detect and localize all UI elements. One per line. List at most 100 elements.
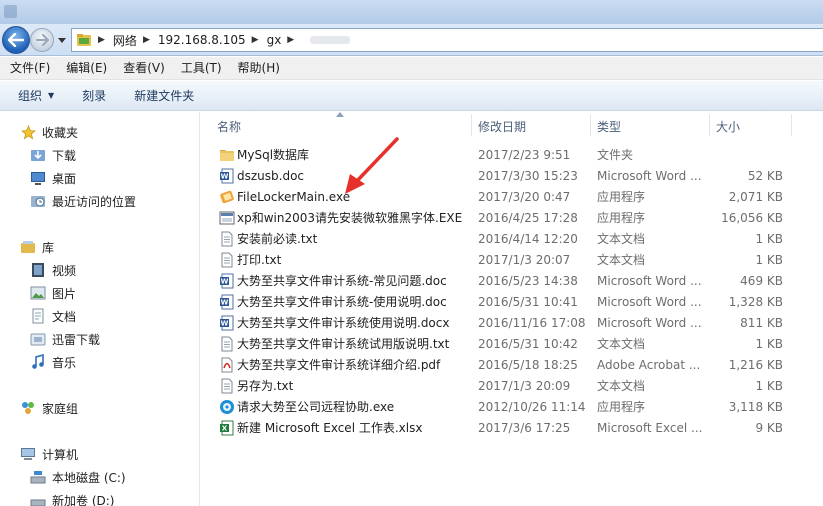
excel-file-icon: X (220, 420, 234, 436)
file-row[interactable]: MySql数据库 2017/2/23 9:51 文件夹 (201, 145, 823, 166)
file-name: 大势至共享文件审计系统-常见问题.doc (237, 274, 447, 288)
column-divider[interactable] (590, 114, 591, 136)
file-row[interactable]: 打印.txt 2017/1/3 20:07 文本文档 1 KB (201, 250, 823, 271)
burn-label: 刻录 (82, 89, 107, 103)
column-divider[interactable] (709, 114, 710, 136)
nav-item-label: 本地磁盘 (C:) (52, 470, 126, 485)
menu-view[interactable]: 查看(V) (117, 57, 171, 80)
nav-item-music[interactable]: 音乐 (30, 352, 76, 372)
file-size: 3,118 KB (728, 400, 783, 414)
address-field[interactable]: ▶ 网络 ▶ 192.168.8.105 ▶ gx ▶ (71, 28, 823, 52)
file-name: 安装前必读.txt (237, 232, 318, 246)
file-row[interactable]: FileLockerMain.exe 2017/3/20 0:47 应用程序 2,07… (201, 187, 823, 208)
menu-file[interactable]: 文件(F) (4, 57, 56, 80)
back-arrow-icon (8, 33, 24, 47)
breadcrumb-chevron[interactable]: ▶ (98, 35, 105, 45)
column-header-date[interactable]: 修改日期 (478, 115, 526, 137)
file-modified-date: 2017/1/3 20:09 (478, 379, 571, 393)
nav-item-recent-places[interactable]: 最近访问的位置 (30, 191, 136, 211)
nav-homegroup[interactable]: 家庭组 (20, 398, 78, 418)
file-row[interactable]: W 大势至共享文件审计系统-使用说明.doc 2016/5/31 10:41 Micr… (201, 292, 823, 313)
file-modified-date: 2012/10/26 11:14 (478, 400, 586, 414)
font-installer-icon (219, 211, 235, 225)
menu-help[interactable]: 帮助(H) (232, 57, 286, 80)
file-row[interactable]: 安装前必读.txt 2016/4/14 12:20 文本文档 1 KB (201, 229, 823, 250)
svg-text:W: W (221, 278, 229, 286)
file-name: 大势至共享文件审计系统-使用说明.doc (237, 295, 447, 309)
column-divider[interactable] (791, 114, 792, 136)
breadcrumb-chevron[interactable]: ▶ (252, 35, 259, 45)
forward-button[interactable] (30, 28, 54, 52)
column-header-size[interactable]: 大小 (716, 115, 740, 137)
file-row[interactable]: 大势至共享文件审计系统详细介绍.pdf 2016/5/18 18:25 Adobe … (201, 355, 823, 376)
star-icon (20, 124, 36, 140)
back-button[interactable] (2, 26, 30, 54)
nav-item-videos[interactable]: 视频 (30, 260, 76, 280)
desktop-icon (30, 170, 46, 186)
file-row[interactable]: 请求大势至公司远程协助.exe 2012/10/26 11:14 应用程序 3,118… (201, 397, 823, 418)
file-size: 1,328 KB (728, 295, 783, 309)
nav-item-drive-c[interactable]: 本地磁盘 (C:) (30, 467, 126, 487)
forward-arrow-icon (35, 34, 49, 46)
file-type: 文本文档 (597, 337, 646, 351)
column-header-name[interactable]: 名称 (217, 115, 241, 137)
file-row[interactable]: W 大势至共享文件审计系统使用说明.docx 2016/11/16 17:08 Mic… (201, 313, 823, 334)
file-name: dszusb.doc (237, 169, 305, 183)
file-type: 文本文档 (597, 253, 646, 267)
new-folder-button[interactable]: 新建文件夹 (134, 87, 194, 104)
file-type: Microsoft Word ... (597, 169, 702, 183)
filelocker-app-icon (220, 190, 234, 204)
nav-computer[interactable]: 计算机 (20, 444, 78, 464)
organize-button[interactable]: 组织 ▼ (18, 87, 54, 104)
file-modified-date: 2016/5/31 10:41 (478, 295, 578, 309)
nav-item-desktop[interactable]: 桌面 (30, 168, 76, 188)
column-divider[interactable] (471, 114, 472, 136)
file-modified-date: 2017/3/6 17:25 (478, 421, 571, 435)
menu-tools[interactable]: 工具(T) (175, 57, 228, 80)
breadcrumb-network[interactable]: 网络 (113, 32, 137, 49)
file-row[interactable]: Wdszusb.doc 2017/3/30 15:23 Microsoft Word… (201, 166, 823, 187)
nav-item-pictures[interactable]: 图片 (30, 283, 76, 303)
nav-favorites[interactable]: 收藏夹 (20, 122, 78, 142)
text-file-icon (221, 252, 233, 268)
recent-pages-dropdown[interactable] (57, 33, 67, 47)
breadcrumb-share[interactable]: gx (267, 33, 282, 47)
breadcrumb-chevron[interactable]: ▶ (287, 35, 294, 45)
nav-item-label: 下载 (52, 148, 77, 163)
library-icon (20, 239, 36, 255)
nav-item-drive-d[interactable]: 新加卷 (D:) (30, 490, 114, 506)
file-size: 469 KB (740, 274, 783, 288)
nav-item-label: 最近访问的位置 (52, 194, 137, 209)
file-row[interactable]: 大势至共享文件审计系统试用版说明.txt 2016/5/31 10:42 文本文档 1… (201, 334, 823, 355)
burn-button[interactable]: 刻录 (82, 87, 106, 104)
file-row[interactable]: X 新建 Microsoft Excel 工作表.xlsx 2017/3/6 17:… (201, 418, 823, 439)
file-modified-date: 2016/5/18 18:25 (478, 358, 578, 372)
file-modified-date: 2017/3/20 0:47 (478, 190, 571, 204)
nav-favorites-label: 收藏夹 (42, 125, 79, 140)
nav-item-documents[interactable]: 文档 (30, 306, 76, 326)
breadcrumb-host[interactable]: 192.168.8.105 (158, 33, 246, 47)
file-name: 大势至共享文件审计系统试用版说明.txt (237, 337, 450, 351)
breadcrumb-chevron[interactable]: ▶ (143, 35, 150, 45)
column-header-type[interactable]: 类型 (597, 115, 621, 137)
nav-item-downloads[interactable]: 下载 (30, 145, 76, 165)
nav-homegroup-label: 家庭组 (42, 401, 79, 416)
word-doc-icon: W (220, 294, 234, 310)
network-folder-icon (77, 34, 91, 46)
file-row[interactable]: W 大势至共享文件审计系统-常见问题.doc 2016/5/23 14:38 Micr… (201, 271, 823, 292)
downloads-folder-icon (30, 147, 46, 163)
file-row[interactable]: 另存为.txt 2017/1/3 20:09 文本文档 1 KB (201, 376, 823, 397)
file-size: 1 KB (755, 253, 783, 267)
file-modified-date: 2016/11/16 17:08 (478, 316, 586, 330)
nav-libraries[interactable]: 库 (20, 237, 54, 257)
file-type: 文本文档 (597, 379, 646, 393)
remote-assist-app-icon (220, 400, 234, 414)
file-row[interactable]: xp和win2003请先安装微软雅黑字体.EXE 2016/4/25 17:28 应… (201, 208, 823, 229)
nav-item-thunder-downloads[interactable]: 迅雷下载 (30, 329, 100, 349)
nav-item-label: 文档 (52, 309, 77, 324)
file-type: 文件夹 (597, 148, 634, 162)
file-name: FileLockerMain.exe (237, 190, 351, 204)
svg-text:W: W (221, 173, 229, 181)
navigation-pane: 收藏夹 下载 桌面 最近访问的位置 库 视频 图片 文档 迅雷下载 音乐 家庭组 (0, 112, 200, 506)
menu-edit[interactable]: 编辑(E) (60, 57, 113, 80)
